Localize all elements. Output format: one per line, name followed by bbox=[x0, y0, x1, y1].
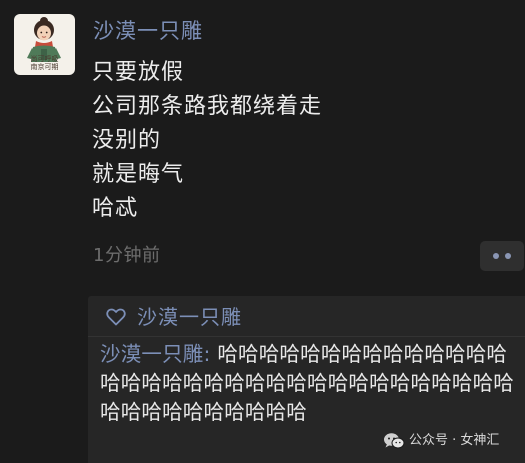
comment-separator: : bbox=[203, 342, 218, 366]
avatar[interactable]: 尚可呼吸 南京可期 bbox=[14, 14, 75, 75]
heart-outline-icon bbox=[106, 308, 126, 326]
like-row: 沙漠一只雕 bbox=[106, 304, 242, 330]
post-line: 只要放假 bbox=[92, 60, 185, 85]
moments-post-screen: 尚可呼吸 南京可期 沙漠一只雕 只要放假 公司那条路我都绕着走 没别的 就是晦气… bbox=[0, 0, 525, 463]
post-content: 只要放假 公司那条路我都绕着走 没别的 就是晦气 哈忒 bbox=[92, 56, 512, 226]
more-dots-icon bbox=[493, 253, 499, 259]
more-dots-icon bbox=[505, 253, 511, 259]
comment[interactable]: 沙漠一只雕: 哈哈哈哈哈哈哈哈哈哈哈哈哈哈哈哈哈哈哈哈哈哈哈哈哈哈哈哈哈哈哈哈哈… bbox=[100, 340, 525, 427]
divider bbox=[88, 336, 525, 337]
post-timestamp: 1分钟前 bbox=[93, 245, 161, 266]
watermark-text: 公众号 · 女神汇 bbox=[409, 433, 500, 448]
avatar-caption-line1: 尚可呼吸 bbox=[30, 55, 59, 63]
avatar-caption: 尚可呼吸 南京可期 bbox=[14, 55, 75, 71]
wechat-official-account-icon bbox=[384, 433, 405, 449]
post-line: 哈忒 bbox=[92, 196, 139, 221]
post-line: 没别的 bbox=[92, 128, 162, 153]
post-line: 就是晦气 bbox=[92, 162, 185, 187]
post-author-name[interactable]: 沙漠一只雕 bbox=[93, 16, 203, 46]
avatar-caption-line2: 南京可期 bbox=[30, 63, 59, 71]
watermark: 公众号 · 女神汇 bbox=[383, 430, 499, 452]
more-actions-button[interactable] bbox=[480, 241, 524, 271]
comment-author[interactable]: 沙漠一只雕 bbox=[100, 342, 204, 366]
liker-name[interactable]: 沙漠一只雕 bbox=[137, 304, 242, 330]
post-line: 公司那条路我都绕着走 bbox=[92, 94, 323, 119]
